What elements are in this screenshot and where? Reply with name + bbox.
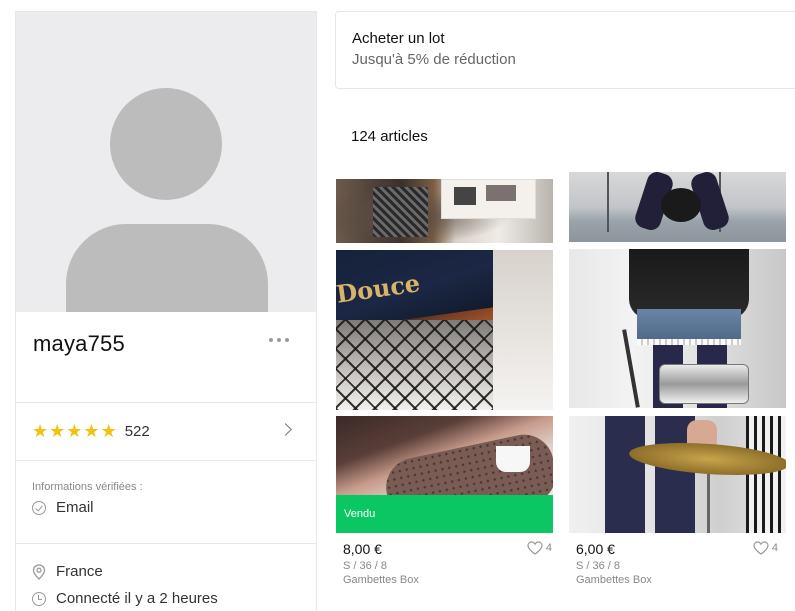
verified-label: Email — [56, 499, 94, 516]
profile-card: maya755 ★ ★ ★ ★ ★ 522 Informations vérif… — [15, 11, 317, 611]
clock-icon — [32, 591, 46, 606]
location-pin-icon — [32, 563, 46, 580]
star-icon: ★ — [100, 420, 117, 442]
sold-badge: Vendu — [336, 495, 553, 533]
bundle-card[interactable]: Acheter un lot Jusqu'à 5% de réduction — [335, 11, 795, 89]
username-row: maya755 — [16, 312, 316, 403]
item-photo[interactable]: Douce — [336, 250, 553, 410]
item-photo[interactable] — [336, 179, 553, 243]
item-card-info[interactable]: 6,00 € S / 36 / 8 Gambettes Box 4 — [576, 541, 786, 586]
location-label: France — [56, 563, 103, 580]
review-count: 522 — [124, 423, 150, 440]
verified-info: Informations vérifiées : Email — [16, 461, 316, 544]
rating-row[interactable]: ★ ★ ★ ★ ★ 522 — [16, 403, 316, 461]
item-photo[interactable] — [569, 172, 786, 242]
item-photo[interactable] — [569, 249, 786, 408]
star-icon: ★ — [83, 420, 100, 442]
star-icon: ★ — [49, 420, 66, 442]
avatar-placeholder-head — [110, 88, 222, 200]
like-button[interactable]: 4 — [527, 541, 552, 555]
chevron-right-icon[interactable] — [279, 423, 292, 436]
location-item: France — [32, 558, 316, 585]
avatar — [16, 12, 316, 312]
star-icon: ★ — [66, 420, 83, 442]
article-count: 124 articles — [351, 128, 428, 145]
star-icon: ★ — [32, 420, 49, 442]
rating-stars: ★ ★ ★ ★ ★ — [32, 420, 117, 442]
item-brand: Gambettes Box — [343, 574, 419, 586]
more-dots-icon[interactable] — [269, 338, 289, 342]
like-button[interactable]: 4 — [753, 541, 778, 555]
item-size: S / 36 / 8 — [343, 560, 388, 572]
last-seen-label: Connecté il y a 2 heures — [56, 590, 218, 607]
heart-icon — [527, 541, 543, 555]
verified-title: Informations vérifiées : — [32, 481, 143, 493]
heart-icon — [753, 541, 769, 555]
like-count: 4 — [771, 542, 778, 554]
item-brand: Gambettes Box — [576, 574, 652, 586]
item-photo[interactable] — [569, 416, 786, 533]
bundle-title: Acheter un lot — [352, 30, 445, 47]
avatar-placeholder-body — [66, 224, 268, 312]
item-size: S / 36 / 8 — [576, 560, 621, 572]
bundle-subtitle: Jusqu'à 5% de réduction — [352, 51, 516, 68]
last-seen-item: Connecté il y a 2 heures — [32, 585, 316, 611]
username: maya755 — [33, 331, 125, 356]
verified-item-email: Email — [32, 499, 316, 516]
like-count: 4 — [545, 542, 552, 554]
check-circle-icon — [32, 500, 46, 515]
location-section: France Connecté il y a 2 heures — [16, 544, 316, 611]
item-card-info[interactable]: 8,00 € S / 36 / 8 Gambettes Box 4 — [343, 541, 560, 586]
